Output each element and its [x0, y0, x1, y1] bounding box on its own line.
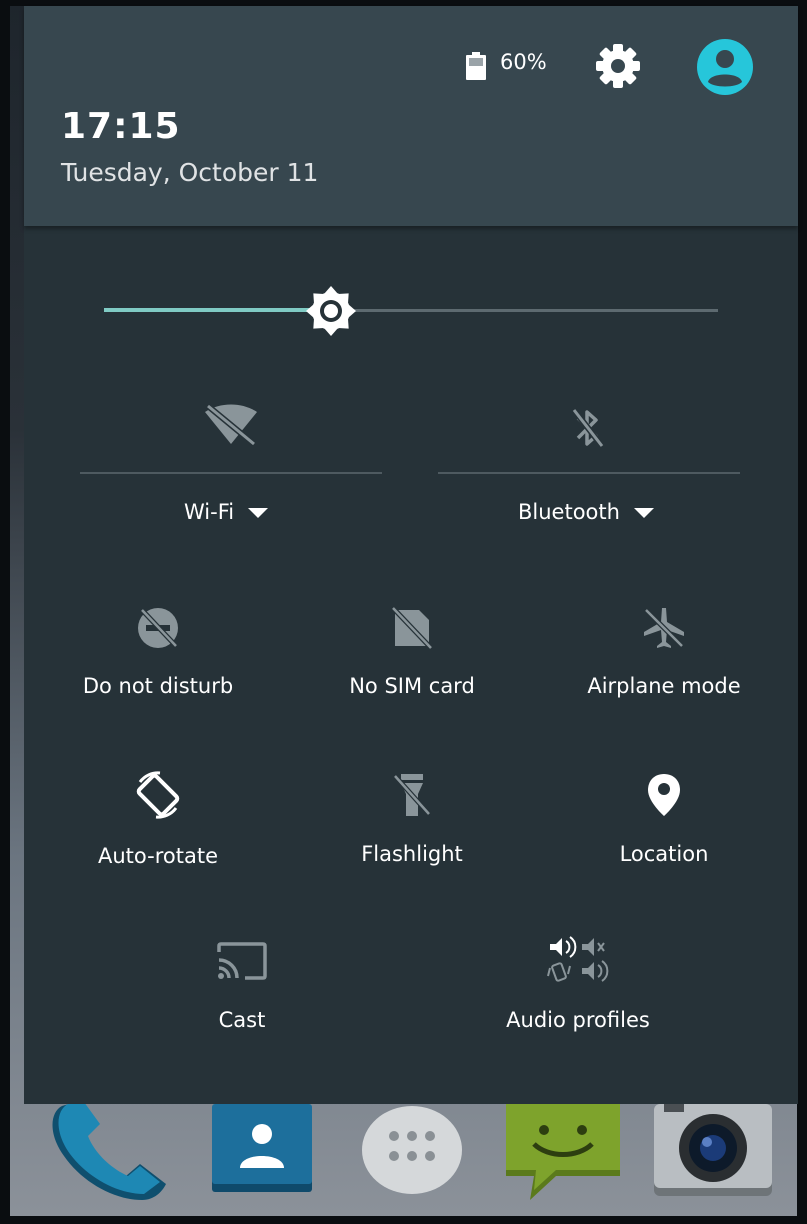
clock-time[interactable]: 17:15 [61, 106, 181, 147]
quick-settings-header: 60% 17:15 Tuesday, October 11 [24, 6, 798, 226]
wifi-dropdown[interactable]: Wi-Fi [184, 500, 269, 524]
no-sim-icon [391, 606, 433, 650]
tile-label: Audio profiles [506, 1008, 650, 1032]
wifi-divider [80, 472, 382, 474]
cast-icon [217, 942, 267, 980]
brightness-icon[interactable] [302, 286, 360, 336]
bluetooth-off-icon[interactable] [570, 406, 606, 450]
location-icon [648, 774, 680, 816]
tile-label: No SIM card [349, 674, 475, 698]
brightness-fill [104, 308, 331, 312]
brightness-slider[interactable] [104, 286, 718, 336]
messaging-icon[interactable] [504, 1104, 622, 1204]
tile-auto-rotate[interactable]: Auto-rotate [64, 770, 252, 868]
contacts-icon[interactable] [210, 1104, 314, 1196]
tile-no-sim-card[interactable]: No SIM card [318, 606, 506, 698]
tile-airplane-mode[interactable]: Airplane mode [570, 606, 758, 698]
tile-audio-profiles[interactable]: Audio profiles [484, 932, 672, 1032]
phone-icon[interactable] [44, 1104, 174, 1208]
avatar-icon[interactable] [696, 38, 754, 96]
tile-location[interactable]: Location [570, 772, 758, 866]
bluetooth-label: Bluetooth [518, 500, 620, 524]
tile-label: Auto-rotate [97, 844, 218, 868]
tile-flashlight[interactable]: Flashlight [318, 772, 506, 866]
bluetooth-divider [438, 472, 740, 474]
wifi-label: Wi-Fi [184, 500, 235, 524]
tile-label: Airplane mode [587, 674, 741, 698]
tile-label: Cast [218, 1008, 266, 1032]
screen-edge-left [0, 0, 10, 1224]
audio-profiles-icon [547, 936, 609, 982]
wifi-off-icon[interactable] [202, 404, 260, 446]
quick-settings-panel: 60% 17:15 Tuesday, October 11 Wi-Fi Blue… [24, 6, 798, 1104]
airplane-icon [644, 608, 684, 648]
tile-label: Do not disturb [82, 674, 234, 698]
tile-do-not-disturb[interactable]: Do not disturb [64, 606, 252, 698]
tile-label: Flashlight [361, 842, 463, 866]
clock-date[interactable]: Tuesday, October 11 [61, 158, 318, 187]
tile-cast[interactable]: Cast [148, 940, 336, 1032]
tile-label: Location [619, 842, 709, 866]
battery-icon [466, 52, 486, 80]
bluetooth-dropdown[interactable]: Bluetooth [518, 500, 654, 524]
home-dock [24, 1104, 798, 1216]
screen-edge-right [797, 0, 807, 1224]
camera-icon[interactable] [652, 1104, 774, 1200]
gear-icon[interactable] [594, 42, 642, 90]
app-drawer-icon[interactable] [360, 1104, 464, 1196]
battery-level: 60% [500, 50, 547, 74]
flashlight-icon [393, 774, 431, 816]
chevron-down-icon [633, 508, 654, 518]
do-not-disturb-icon [138, 608, 178, 648]
screen-edge-bottom [0, 1216, 807, 1224]
auto-rotate-icon [136, 771, 180, 819]
chevron-down-icon [248, 508, 269, 518]
